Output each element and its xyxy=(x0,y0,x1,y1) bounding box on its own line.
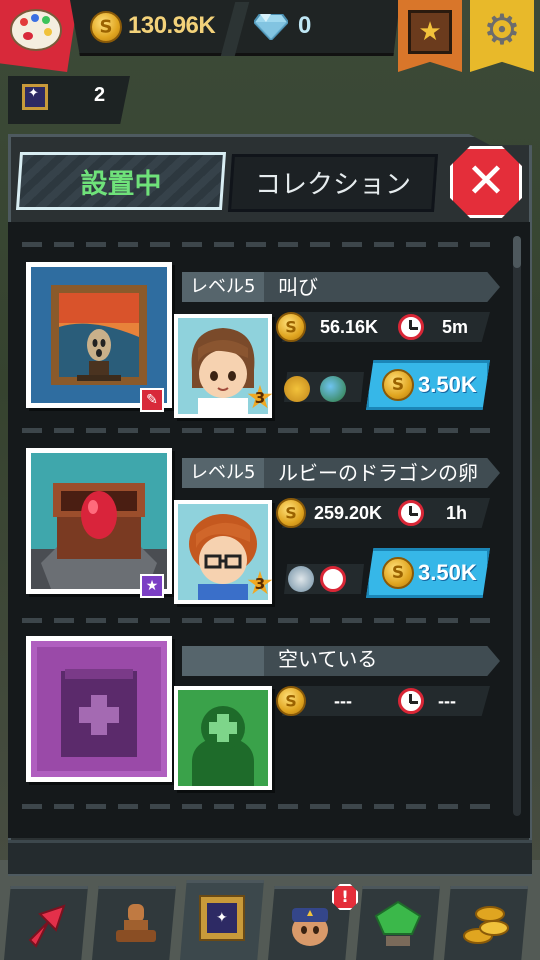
time-value: --- xyxy=(438,691,456,711)
row-divider xyxy=(22,804,500,809)
painting-icon xyxy=(22,84,48,110)
palette-button[interactable] xyxy=(0,0,78,72)
stamp-icon xyxy=(116,904,156,942)
upgrade-cost: 3.50K xyxy=(418,560,477,585)
upgrade-cost: 3.50K xyxy=(418,372,477,397)
painting-frame-scream[interactable] xyxy=(26,262,172,408)
level-label-empty xyxy=(182,646,264,676)
empty-slot-art xyxy=(31,641,167,777)
painting-frame-dragon-egg[interactable] xyxy=(26,448,172,594)
income-value: 56.16K xyxy=(320,317,379,337)
clock-icon xyxy=(398,314,424,340)
coin-icon xyxy=(382,557,414,589)
coin-boost-icon xyxy=(284,376,310,402)
palette-icon xyxy=(10,9,62,51)
tab-collection-label: コレクション xyxy=(254,170,411,200)
empty-status: 空いている xyxy=(278,647,378,671)
stats-bar xyxy=(282,686,490,716)
level-label: レベル5 xyxy=(182,458,264,488)
income-value: --- xyxy=(334,691,352,711)
settings-button[interactable]: ⚙ xyxy=(470,0,534,72)
coin-icon xyxy=(276,686,306,716)
level-label: レベル5 xyxy=(182,272,264,302)
gem-icon xyxy=(254,14,288,40)
empty-painting-slot[interactable] xyxy=(26,636,172,782)
painting-name: ルビーのドラゴンの卵 xyxy=(278,461,478,485)
tab-installed-label: 設置中 xyxy=(80,169,162,200)
star-rank: 3 xyxy=(254,575,266,593)
alert-badge: ! xyxy=(332,884,358,910)
painting-name: 叫び xyxy=(278,275,318,299)
star-badge-icon: ★ xyxy=(140,574,164,598)
guard-icon xyxy=(292,908,328,946)
shield-icon xyxy=(288,566,314,592)
clock-down-icon xyxy=(320,566,346,592)
row-divider xyxy=(22,428,500,433)
clock-icon xyxy=(398,688,424,714)
arrow-up-icon xyxy=(28,904,66,948)
coin-icon xyxy=(382,369,414,401)
time-value: 5m xyxy=(442,317,469,337)
gem-balance: 0 xyxy=(298,12,312,39)
add-curator-icon xyxy=(178,690,268,786)
coin-icon xyxy=(276,312,306,342)
coin-icon xyxy=(90,11,122,43)
close-icon: ✕ xyxy=(465,153,507,209)
income-value: 259.20K xyxy=(314,503,383,523)
panel-footer xyxy=(8,840,532,874)
scrollbar-thumb[interactable] xyxy=(513,236,521,268)
row-divider xyxy=(22,242,500,247)
svg-text:✦: ✦ xyxy=(216,910,228,926)
painting-count: 2 xyxy=(94,84,106,106)
scream-painting-art xyxy=(31,267,167,403)
empty-curator-slot[interactable] xyxy=(174,686,272,790)
favorites-button[interactable] xyxy=(398,0,462,72)
clock-icon xyxy=(398,500,424,526)
star-rank: 3 xyxy=(254,389,266,407)
frame-icon: ✦ xyxy=(199,895,245,941)
time-value: 1h xyxy=(446,503,468,523)
coin-icon xyxy=(276,498,306,528)
tree-icon xyxy=(374,900,422,946)
coins-icon xyxy=(463,906,509,944)
scrollbar[interactable] xyxy=(513,236,521,816)
dragon-egg-painting-art xyxy=(31,453,167,589)
row-divider xyxy=(22,618,500,623)
coin-balance: 130.96K xyxy=(128,12,216,39)
globe-search-icon xyxy=(320,376,346,402)
star-icon xyxy=(408,10,452,54)
gear-icon: ⚙ xyxy=(483,5,521,54)
palette-badge-icon: ✎ xyxy=(140,388,164,412)
